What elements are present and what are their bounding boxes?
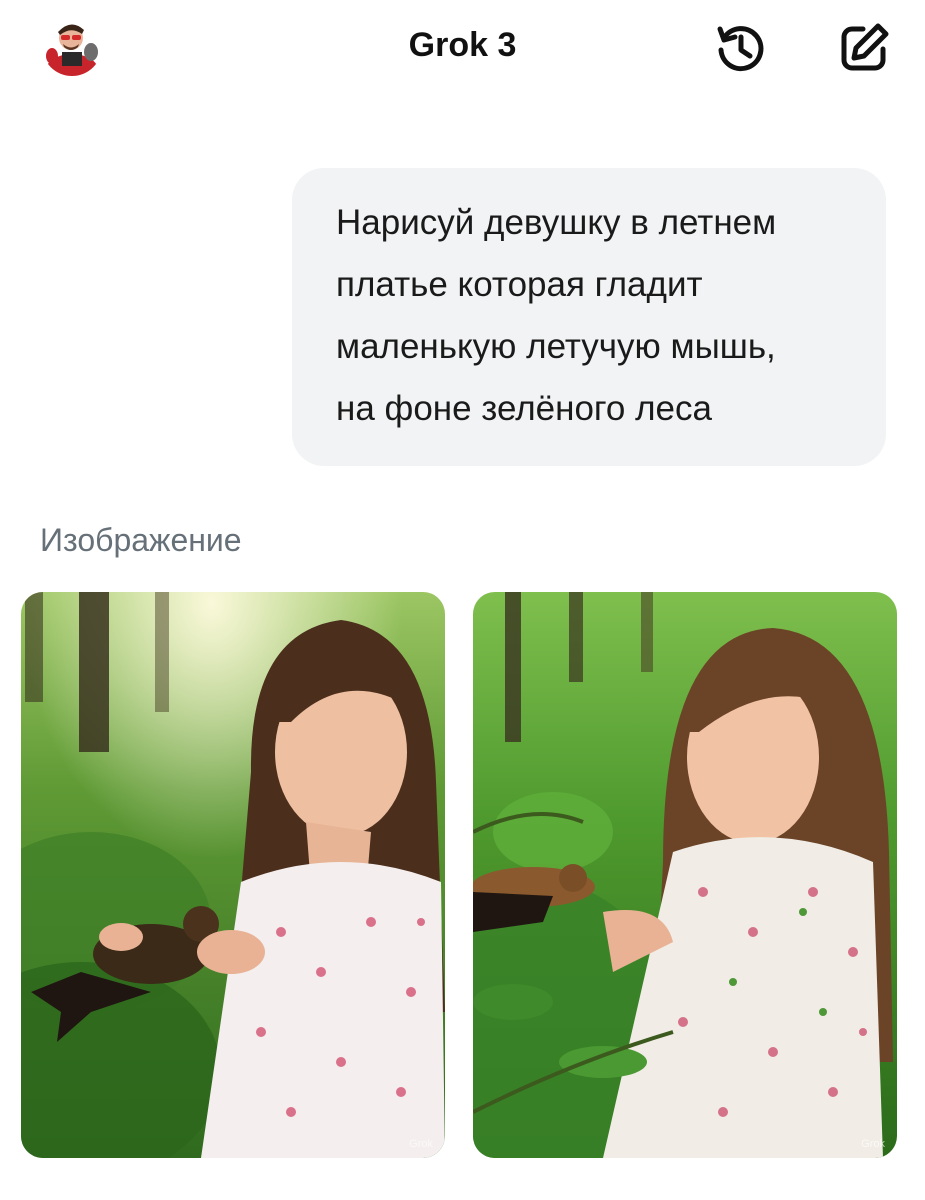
app-title: Grok 3: [408, 26, 517, 64]
history-button[interactable]: [712, 20, 768, 76]
message-line: маленькую летучую мышь,: [336, 327, 776, 366]
image-watermark: Grok: [409, 1138, 433, 1150]
generated-image-2[interactable]: Grok: [473, 592, 897, 1158]
generated-image-1[interactable]: Grok: [21, 592, 445, 1158]
images-section-label: Изображение: [40, 522, 242, 558]
image-watermark: Grok: [861, 1138, 885, 1150]
user-message-bubble: Нарисуй девушку в летнем платье которая …: [292, 168, 886, 466]
new-chat-icon: [841, 23, 889, 71]
message-line: на фоне зелёного леса: [336, 389, 712, 428]
message-line: Нарисуй девушку в летнем: [336, 203, 777, 242]
history-icon: [717, 26, 764, 72]
new-chat-button[interactable]: [836, 20, 892, 76]
message-line: платье которая гладит: [336, 265, 703, 304]
top-bar: Grok 3: [0, 0, 925, 100]
